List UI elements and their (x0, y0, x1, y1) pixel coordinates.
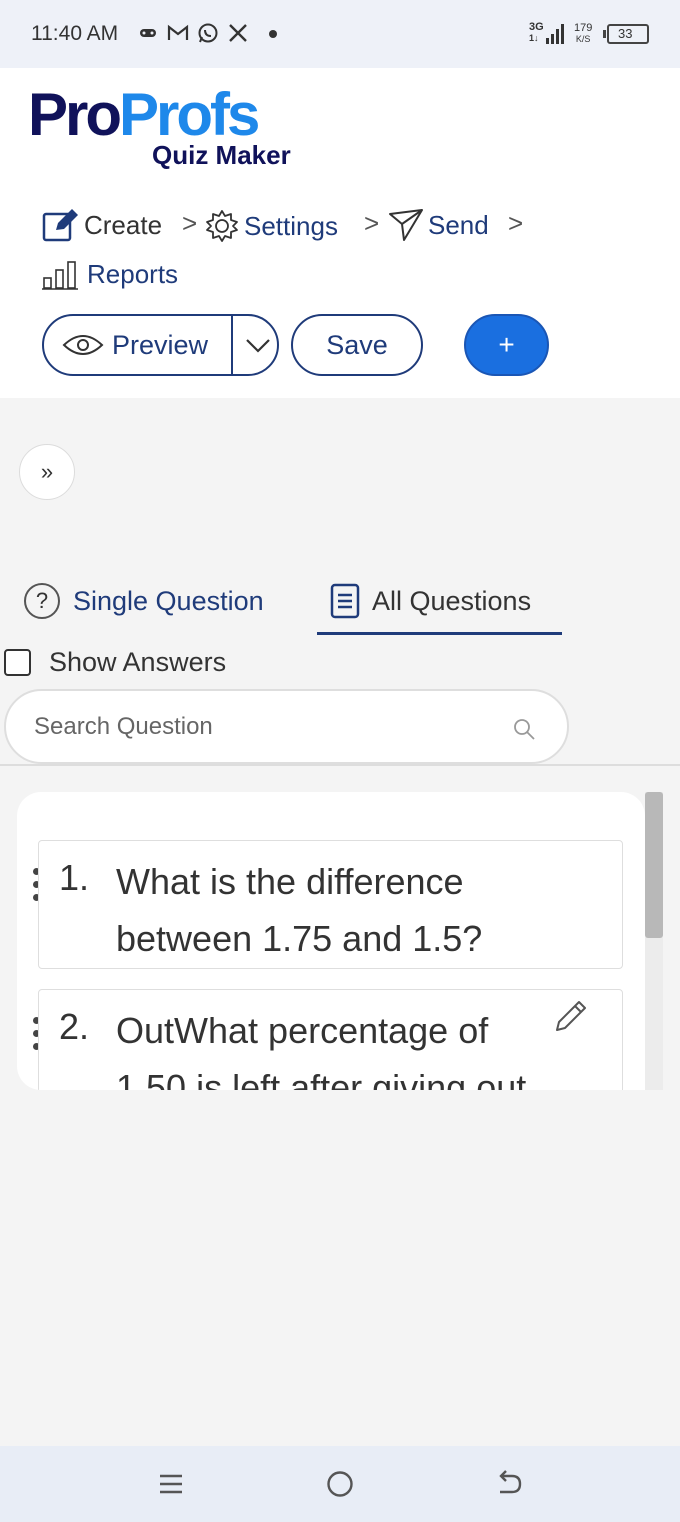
logo-subtitle: Quiz Maker (152, 140, 291, 170)
status-time: 11:40 AM (31, 22, 119, 45)
question-number: 2. (59, 1006, 90, 1047)
nav-separator: > (508, 208, 524, 238)
battery-icon: 33 (603, 24, 649, 44)
proprofs-logo[interactable]: ProProfs (28, 84, 260, 146)
save-button[interactable]: Save (291, 314, 423, 376)
signal-icon (546, 24, 566, 44)
list-icon (330, 583, 360, 619)
divider (0, 764, 680, 766)
game-controller-icon (140, 29, 156, 37)
search-input[interactable] (34, 709, 474, 745)
show-answers-checkbox[interactable] (4, 649, 31, 676)
nav-send[interactable]: Send (388, 208, 489, 242)
scrollbar-thumb[interactable] (645, 792, 663, 938)
tab-label: All Questions (372, 585, 532, 616)
nav-separator: > (182, 208, 198, 238)
question-list: 1. What is the difference between 1.75 a… (17, 792, 645, 1090)
show-answers-label: Show Answers (49, 647, 227, 677)
send-icon (389, 209, 423, 241)
gear-icon (206, 210, 238, 242)
nav-reports[interactable]: Reports (42, 259, 178, 290)
preview-button[interactable]: Preview (42, 314, 279, 376)
system-nav-bar (0, 1446, 680, 1522)
back-icon[interactable] (494, 1466, 524, 1502)
search-icon[interactable] (512, 717, 536, 741)
show-answers-toggle[interactable]: Show Answers (4, 647, 226, 678)
question-text: What is the difference between 1.75 and … (116, 861, 483, 959)
bar-chart-icon (42, 260, 78, 290)
nav-separator: > (364, 208, 380, 238)
pencil-icon[interactable] (553, 998, 589, 1034)
tab-all-questions[interactable]: All Questions (330, 578, 531, 624)
edit-icon (42, 209, 78, 242)
status-bar: 11:40 AM 3G 1↓ 179 K/S 33 (0, 0, 680, 68)
tab-label: Single Question (73, 585, 264, 616)
recent-apps-icon[interactable] (157, 1466, 185, 1502)
x-icon (229, 24, 247, 42)
network-speed: 179 K/S (574, 22, 593, 45)
battery-level: 33 (618, 26, 633, 41)
active-tab-indicator (317, 632, 562, 635)
home-icon[interactable] (325, 1466, 355, 1502)
question-number: 1. (59, 857, 90, 898)
question-mark-icon: ? (24, 583, 60, 619)
add-button[interactable]: + (464, 314, 549, 376)
app-header: ProProfs Quiz Maker Create > Settings > … (0, 68, 680, 398)
nav-settings[interactable]: Settings (204, 208, 338, 244)
tab-single-question[interactable]: ? Single Question (24, 578, 264, 624)
nav-create[interactable]: Create (42, 208, 162, 242)
question-card[interactable]: 2. OutWhat percentage of 1.50 is left af… (38, 989, 623, 1090)
double-chevron-right-icon: » (40, 459, 54, 484)
gmail-icon (167, 24, 189, 40)
network-type: 3G 1↓ (529, 21, 544, 44)
question-text: OutWhat percentage of 1.50 is left after… (116, 1010, 527, 1090)
notification-dot (269, 30, 277, 38)
eye-icon (62, 335, 104, 355)
chevron-down-icon[interactable] (244, 330, 272, 360)
expand-sidebar-button[interactable]: » (19, 444, 75, 500)
question-card[interactable]: 1. What is the difference between 1.75 a… (38, 840, 623, 969)
search-box[interactable] (4, 689, 569, 764)
whatsapp-icon (198, 23, 218, 43)
